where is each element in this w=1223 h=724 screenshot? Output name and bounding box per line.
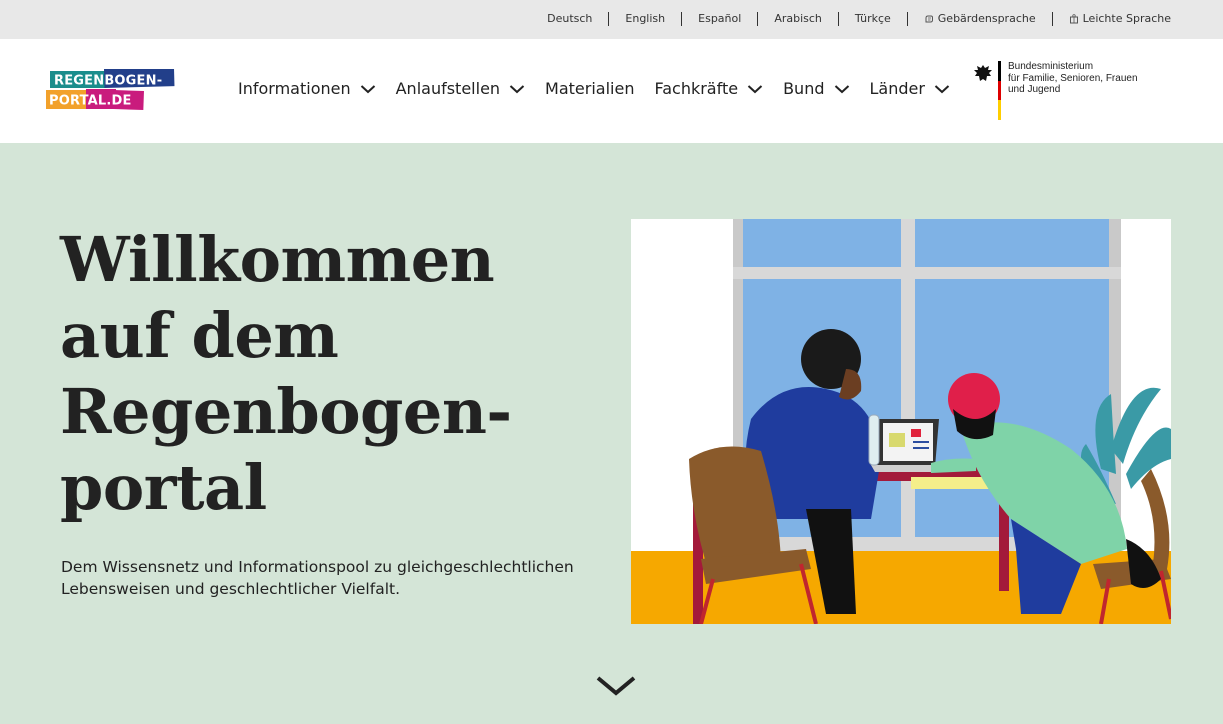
nav-item-anlaufstellen[interactable]: Anlaufstellen [396, 79, 525, 98]
hero-title-line: Willkommen [60, 223, 495, 296]
language-label: Deutsch [547, 12, 593, 25]
chevron-down-icon [360, 84, 375, 93]
site-header: REGENBOGEN- PORTAL.DE Informationen Anla… [0, 39, 1223, 143]
nav-item-bund[interactable]: Bund [783, 79, 849, 98]
nav-item-laender[interactable]: Länder [870, 79, 950, 98]
nav-item-fachkraefte[interactable]: Fachkräfte [654, 79, 763, 98]
language-list: Deutsch English Español Arabisch Türkçe … [547, 12, 1171, 26]
language-label: Arabisch [774, 12, 822, 25]
chevron-down-icon [509, 84, 525, 93]
logo-text-line1: REGENBOGEN- [54, 74, 162, 89]
ministry-name-line2: für Familie, Senioren, Frauen [1008, 72, 1138, 84]
ministry-name: Bundesministerium für Familie, Senioren,… [1008, 61, 1148, 96]
nav-item-label: Materialien [545, 79, 635, 98]
chevron-down-icon [747, 84, 763, 93]
language-label: English [625, 12, 666, 25]
language-link-leichte-sprache[interactable]: Leichte Sprache [1051, 12, 1171, 26]
german-flag-stripe [998, 61, 1001, 120]
language-label: Türkçe [854, 12, 891, 25]
federal-eagle-icon [974, 65, 992, 81]
language-label: Leichte Sprache [1082, 12, 1171, 25]
language-link-espanol[interactable]: Español [681, 12, 757, 26]
logo-text-line2: PORTAL.DE [49, 94, 132, 109]
ministry-name-line1: Bundesministerium [1008, 61, 1094, 72]
ministry-name-line3: und Jugend [1008, 84, 1061, 95]
sign-language-icon [925, 15, 933, 23]
hero-title-line: auf dem [60, 299, 339, 372]
language-link-gebaerdensprache[interactable]: Gebärdensprache [906, 12, 1052, 26]
hero-title: Willkommen auf dem Regenbogen- portal [60, 222, 580, 526]
regenbogenportal-logo: REGENBOGEN- PORTAL.DE [46, 67, 175, 111]
nav-item-label: Fachkräfte [654, 79, 739, 98]
chevron-down-icon [934, 84, 950, 93]
hero-illustration [631, 219, 1171, 624]
language-link-turkce[interactable]: Türkçe [837, 12, 907, 26]
hero-subtitle: Dem Wissensnetz und Informationspool zu … [61, 556, 581, 600]
language-link-deutsch[interactable]: Deutsch [547, 12, 608, 26]
chevron-down-icon [834, 84, 849, 93]
hero-title-line: Regenbogen- [60, 375, 512, 448]
site-logo[interactable]: REGENBOGEN- PORTAL.DE [46, 67, 178, 113]
language-bar: Deutsch English Español Arabisch Türkçe … [0, 0, 1223, 39]
main-navigation: Informationen Anlaufstellen Materialien … [238, 79, 970, 98]
nav-item-label: Informationen [238, 79, 351, 98]
hero-subtitle-line: Lebensweisen und geschlechtlicher Vielfa… [61, 580, 401, 598]
ministry-logo[interactable]: Bundesministerium für Familie, Senioren,… [972, 61, 1142, 123]
language-link-arabisch[interactable]: Arabisch [757, 12, 838, 26]
language-link-english[interactable]: English [608, 12, 681, 26]
language-label: Español [698, 12, 742, 25]
scroll-down-chevron-icon[interactable] [595, 674, 637, 698]
nav-item-label: Anlaufstellen [395, 79, 501, 98]
easy-language-icon [1069, 14, 1078, 24]
nav-item-materialien[interactable]: Materialien [545, 79, 634, 98]
language-label: Gebärdensprache [937, 12, 1036, 25]
hero-title-line: portal [60, 451, 267, 524]
illustration-two-people-at-laptop [631, 219, 1171, 624]
nav-item-label: Bund [783, 79, 825, 98]
nav-item-informationen[interactable]: Informationen [238, 79, 376, 98]
hero-subtitle-line: Dem Wissensnetz und Informationspool zu … [61, 558, 574, 576]
nav-item-label: Länder [869, 79, 925, 98]
